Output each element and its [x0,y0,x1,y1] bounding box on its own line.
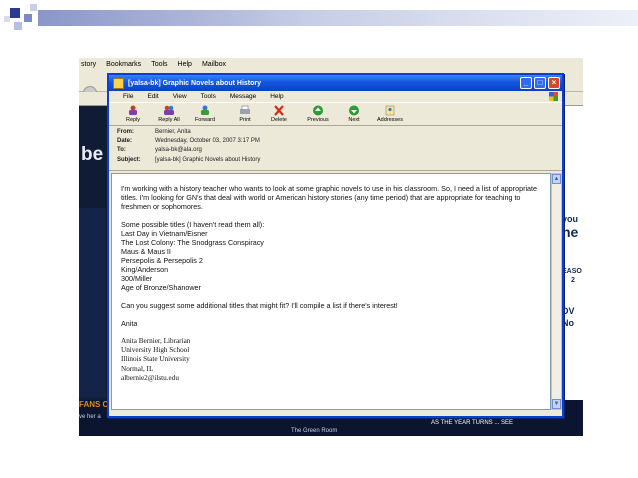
browser-menu-item[interactable]: Mailbox [202,61,226,68]
menu-view[interactable]: View [173,93,187,100]
next-button[interactable]: Next [336,105,372,126]
maximize-icon[interactable]: □ [534,77,546,89]
browser-footer-text: ve her a [79,414,101,420]
browser-right-text: ne [562,224,579,240]
browser-menu-item[interactable]: story [81,61,96,68]
previous-button[interactable]: Previous [300,105,336,126]
browser-menu-item[interactable]: Help [178,61,192,68]
reply-icon [129,105,137,115]
forward-button[interactable]: Forward [187,105,223,126]
browser-page-logo: be [81,144,104,165]
title-list-item: Last Day in Vietnam/Eisner [121,229,208,238]
date-row: Date: Wednesday, October 03, 2007 3:17 P… [117,136,562,145]
date-value: Wednesday, October 03, 2007 3:17 PM [155,138,260,145]
menu-tools[interactable]: Tools [201,93,216,100]
delete-icon [274,105,284,116]
email-window: [yalsa-bk] Graphic Novels about History … [107,73,564,418]
addresses-button[interactable]: Addresses [372,105,408,126]
menu-file[interactable]: File [123,93,133,100]
reply-label: Reply [125,117,141,123]
reply-all-label: Reply All [158,117,180,123]
body-question: Can you suggest some additional titles t… [121,301,398,310]
next-icon [349,105,359,116]
menu-message[interactable]: Message [230,93,256,100]
menu-edit[interactable]: Edit [147,93,158,100]
browser-menu-item[interactable]: Bookmarks [106,61,141,68]
email-title-bar[interactable]: [yalsa-bk] Graphic Novels about History … [109,75,562,91]
from-value: Bernier, Anita [155,128,191,135]
decor-square [14,22,22,30]
browser-right-text: you [562,214,579,224]
decor-square [10,8,20,18]
from-row: From: Bernier, Anita [117,127,562,136]
body-signoff: Anita [121,319,138,328]
email-window-title: [yalsa-bk] Graphic Novels about History [128,79,262,87]
menu-help[interactable]: Help [270,93,283,100]
title-list-item: King/Anderson [121,265,169,274]
browser-footer-title: FANS C [79,400,109,409]
signature-line: Illinois State University [121,355,190,364]
decor-square [24,14,32,22]
title-list-item: Age of Bronze/Shanower [121,283,201,292]
from-label: From: [117,128,134,135]
minimize-icon[interactable]: _ [520,77,532,89]
date-label: Date: [117,138,133,145]
email-toolbar: Reply Reply All Forward Print Delete Pre… [109,102,562,126]
addresses-icon [385,105,395,116]
subject-value: [yalsa-bk] Graphic Novels about History [155,156,261,163]
vertical-scrollbar[interactable]: ▲ ▼ [551,173,562,410]
browser-right-text: EASO [562,268,582,275]
to-value: yalsa-bk@ala.org [155,147,202,154]
subject-row: Subject: [yalsa-bk] Graphic Novels about… [117,155,562,164]
reply-all-button[interactable]: Reply All [151,105,187,126]
reply-all-icon [164,105,174,115]
signature-line: Anita Bernier, Librarian [121,337,191,345]
browser-page-column [79,208,106,398]
browser-footer-text: The Green Room [291,428,338,434]
slide-header-band [38,10,638,26]
scroll-down-icon[interactable]: ▼ [552,399,561,409]
scroll-up-icon[interactable]: ▲ [552,174,561,184]
to-label: To: [117,147,126,154]
title-list-intro: Some possible titles (I haven't read the… [121,220,265,229]
title-list-item: Persepolis & Persepolis 2 [121,256,203,265]
browser-right-text: 2 [571,277,575,284]
title-list-item: Maus & Maus II [121,247,171,256]
browser-menu-item[interactable]: Tools [151,61,167,68]
decor-square [30,4,37,11]
close-icon[interactable]: × [548,77,560,89]
slide: story Bookmarks Tools Help Mailbox be yo… [0,0,638,478]
print-button[interactable]: Print [227,105,263,126]
title-list-item: 300/Miller [121,274,153,283]
email-menu-bar: File Edit View Tools Message Help [109,91,562,102]
subject-label: Subject: [117,156,141,163]
body-paragraph: I'm working with a history teacher who w… [121,184,538,211]
signature-line: Normal, IL [121,364,154,373]
delete-button[interactable]: Delete [261,105,297,126]
forward-icon [201,105,209,115]
reply-button[interactable]: Reply [115,105,151,126]
message-icon [113,77,124,89]
decor-square [4,16,10,22]
title-list-item: The Lost Colony: The Snodgrass Conspirac… [121,238,264,247]
print-label: Print [239,117,251,123]
to-row: To: yalsa-bk@ala.org [117,146,562,155]
email-header-fields: From: Bernier, Anita Date: Wednesday, Oc… [109,127,562,171]
previous-label: Previous [307,117,329,123]
browser-footer-text: AS THE YEAR TURNS ... SEE [431,420,514,426]
print-icon [240,105,250,114]
signature-line: University High School [121,346,190,355]
addresses-label: Addresses [377,117,403,123]
browser-menu-bar: story Bookmarks Tools Help Mailbox [79,58,583,70]
previous-icon [313,105,323,116]
delete-label: Delete [271,117,287,123]
forward-label: Forward [194,117,216,123]
signature-email-link[interactable]: albernie2@ilstu.edu [121,374,544,383]
email-body[interactable]: I'm working with a history teacher who w… [111,173,551,410]
windows-logo-icon [549,92,558,101]
next-label: Next [348,117,360,123]
